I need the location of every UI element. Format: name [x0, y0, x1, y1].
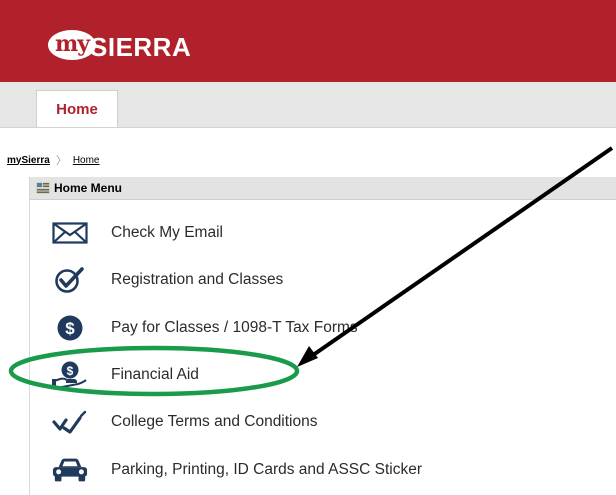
- hand-dollar-icon: $: [52, 361, 88, 389]
- mysierra-logo[interactable]: my SIERRA: [48, 22, 191, 62]
- menu-item-label: Check My Email: [111, 224, 223, 241]
- menu-item-label: College Terms and Conditions: [111, 413, 318, 430]
- logo-sierra-text: SIERRA: [90, 32, 192, 62]
- menu-item-registration[interactable]: Registration and Classes: [30, 262, 616, 298]
- breadcrumb: mySierra 〉 Home: [7, 152, 100, 168]
- menu-item-label: Registration and Classes: [111, 271, 284, 288]
- menu-item-financial-aid[interactable]: $ Financial Aid: [30, 357, 616, 393]
- menu-item-parking[interactable]: Parking, Printing, ID Cards and ASSC Sti…: [30, 452, 616, 488]
- dollar-circle-icon: $: [52, 314, 88, 342]
- home-menu-panel: Home Menu Check My Email Registration an…: [29, 177, 616, 495]
- check-circle-icon: [52, 266, 88, 294]
- menu-item-college-terms[interactable]: College Terms and Conditions: [30, 404, 616, 440]
- site-header: my SIERRA: [0, 0, 616, 82]
- svg-text:$: $: [67, 364, 74, 378]
- car-icon: [52, 456, 88, 484]
- home-menu-title: Home Menu: [54, 181, 123, 195]
- tab-home[interactable]: Home: [36, 90, 118, 127]
- menu-item-pay-classes[interactable]: $ Pay for Classes / 1098-T Tax Forms: [30, 310, 616, 346]
- breadcrumb-root-link[interactable]: mySierra: [7, 155, 50, 166]
- logo-my-badge: my: [48, 30, 96, 60]
- breadcrumb-separator-icon: 〉: [55, 155, 67, 167]
- menu-item-label: Pay for Classes / 1098-T Tax Forms: [111, 319, 358, 336]
- tab-bar: Home: [0, 82, 616, 128]
- menu-list-icon: [36, 182, 50, 194]
- breadcrumb-current-link[interactable]: Home: [73, 155, 100, 166]
- svg-text:$: $: [65, 319, 75, 338]
- signature-check-icon: [52, 408, 88, 436]
- envelope-icon: [52, 219, 88, 247]
- menu-item-label: Financial Aid: [111, 366, 199, 383]
- menu-item-check-email[interactable]: Check My Email: [30, 215, 616, 251]
- menu-item-label: Parking, Printing, ID Cards and ASSC Sti…: [111, 461, 422, 478]
- home-menu-header: Home Menu: [30, 177, 616, 200]
